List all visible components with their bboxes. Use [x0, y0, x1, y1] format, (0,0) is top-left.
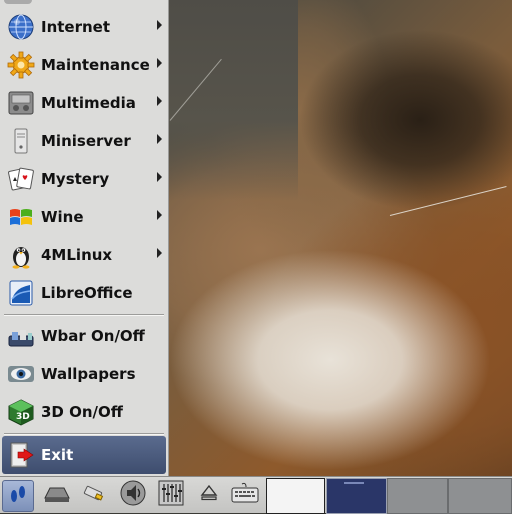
- menu-item-maintenance[interactable]: Maintenance: [2, 47, 166, 83]
- submenu-arrow-icon: [157, 134, 162, 144]
- wallpaper-whisker: [389, 185, 507, 216]
- speaker-volume-icon: [119, 479, 147, 511]
- menu-item-wallpapers[interactable]: Wallpapers: [2, 356, 166, 392]
- pager-window-thumbnail: [344, 482, 364, 484]
- menu-item-label: Maintenance: [41, 56, 150, 74]
- exit-label: Exit: [41, 446, 74, 464]
- mixer-button[interactable]: [156, 480, 186, 510]
- footprint-menu-icon: [6, 482, 30, 510]
- menu-item-label: Wine: [41, 208, 84, 226]
- volume-button[interactable]: [118, 480, 148, 510]
- mixer-sliders-icon: [157, 479, 185, 511]
- menu-item-label: Multimedia: [41, 94, 136, 112]
- keyboard-button[interactable]: [230, 480, 260, 510]
- tux-penguin-icon: [6, 240, 36, 270]
- menu-item-3d-toggle[interactable]: 3D 3D On/Off: [2, 394, 166, 430]
- 3d-cube-icon: 3D: [6, 397, 36, 427]
- playing-cards-icon: [6, 164, 36, 194]
- eject-icon: [197, 481, 221, 509]
- menu-separator: [4, 433, 164, 435]
- menu-item-wbar-toggle[interactable]: Wbar On/Off: [2, 318, 166, 354]
- server-icon: [6, 126, 36, 156]
- menu-item-label: Internet: [41, 18, 111, 36]
- start-button[interactable]: [2, 480, 34, 512]
- taskbar: [0, 476, 512, 514]
- windows-flag-icon: [6, 202, 36, 232]
- usb-drive-icon: [79, 481, 107, 509]
- menu-item-label: LibreOffice: [41, 284, 133, 302]
- submenu-arrow-icon: [157, 248, 162, 258]
- globe-icon: [6, 12, 36, 42]
- wbar-icon: [6, 321, 36, 351]
- menu-item-internet[interactable]: Internet: [2, 9, 166, 45]
- menu-item-exit[interactable]: Exit: [2, 436, 166, 474]
- file-manager-button[interactable]: [42, 480, 72, 510]
- desktop-pager-2-active[interactable]: [326, 478, 387, 514]
- menu-item-wine[interactable]: Wine: [2, 199, 166, 235]
- menu-item-mystery[interactable]: Mystery: [2, 161, 166, 197]
- exit-door-icon: [6, 440, 36, 470]
- submenu-arrow-icon: [157, 58, 162, 68]
- desktop-pager-3[interactable]: [387, 478, 448, 514]
- menu-item-label: Mystery: [41, 170, 110, 188]
- desktop-pager-1[interactable]: [266, 478, 325, 514]
- menu-item-label: 3D On/Off: [41, 403, 123, 421]
- desktop-pager-4[interactable]: [448, 478, 512, 514]
- menu-item-label: Wallpapers: [41, 365, 136, 383]
- svg-text:3D: 3D: [16, 412, 30, 422]
- menu-item-miniserver[interactable]: Miniserver: [2, 123, 166, 159]
- submenu-arrow-icon: [157, 210, 162, 220]
- menu-item-label: Miniserver: [41, 132, 131, 150]
- keyboard-icon: [230, 481, 260, 509]
- media-player-icon: [6, 88, 36, 118]
- submenu-arrow-icon: [157, 172, 162, 182]
- submenu-arrow-icon: [157, 96, 162, 106]
- menu-separator: [4, 314, 164, 316]
- eye-icon: [6, 359, 36, 389]
- usb-drive-button[interactable]: [78, 480, 108, 510]
- menu-item-label: Wbar On/Off: [41, 327, 145, 345]
- file-manager-icon: [43, 482, 71, 508]
- menu-item-libreoffice[interactable]: LibreOffice: [2, 275, 166, 311]
- submenu-arrow-icon: [157, 20, 162, 30]
- menu-scroll-edge: [4, 0, 32, 4]
- menu-item-multimedia[interactable]: Multimedia: [2, 85, 166, 121]
- gear-icon: [6, 50, 36, 80]
- menu-item-label: 4MLinux: [41, 246, 113, 264]
- start-menu: Internet Maintenance Multimedia Miniserv…: [0, 0, 169, 476]
- libreoffice-icon: [6, 278, 36, 308]
- eject-button[interactable]: [194, 480, 224, 510]
- menu-item-4mlinux[interactable]: 4MLinux: [2, 237, 166, 273]
